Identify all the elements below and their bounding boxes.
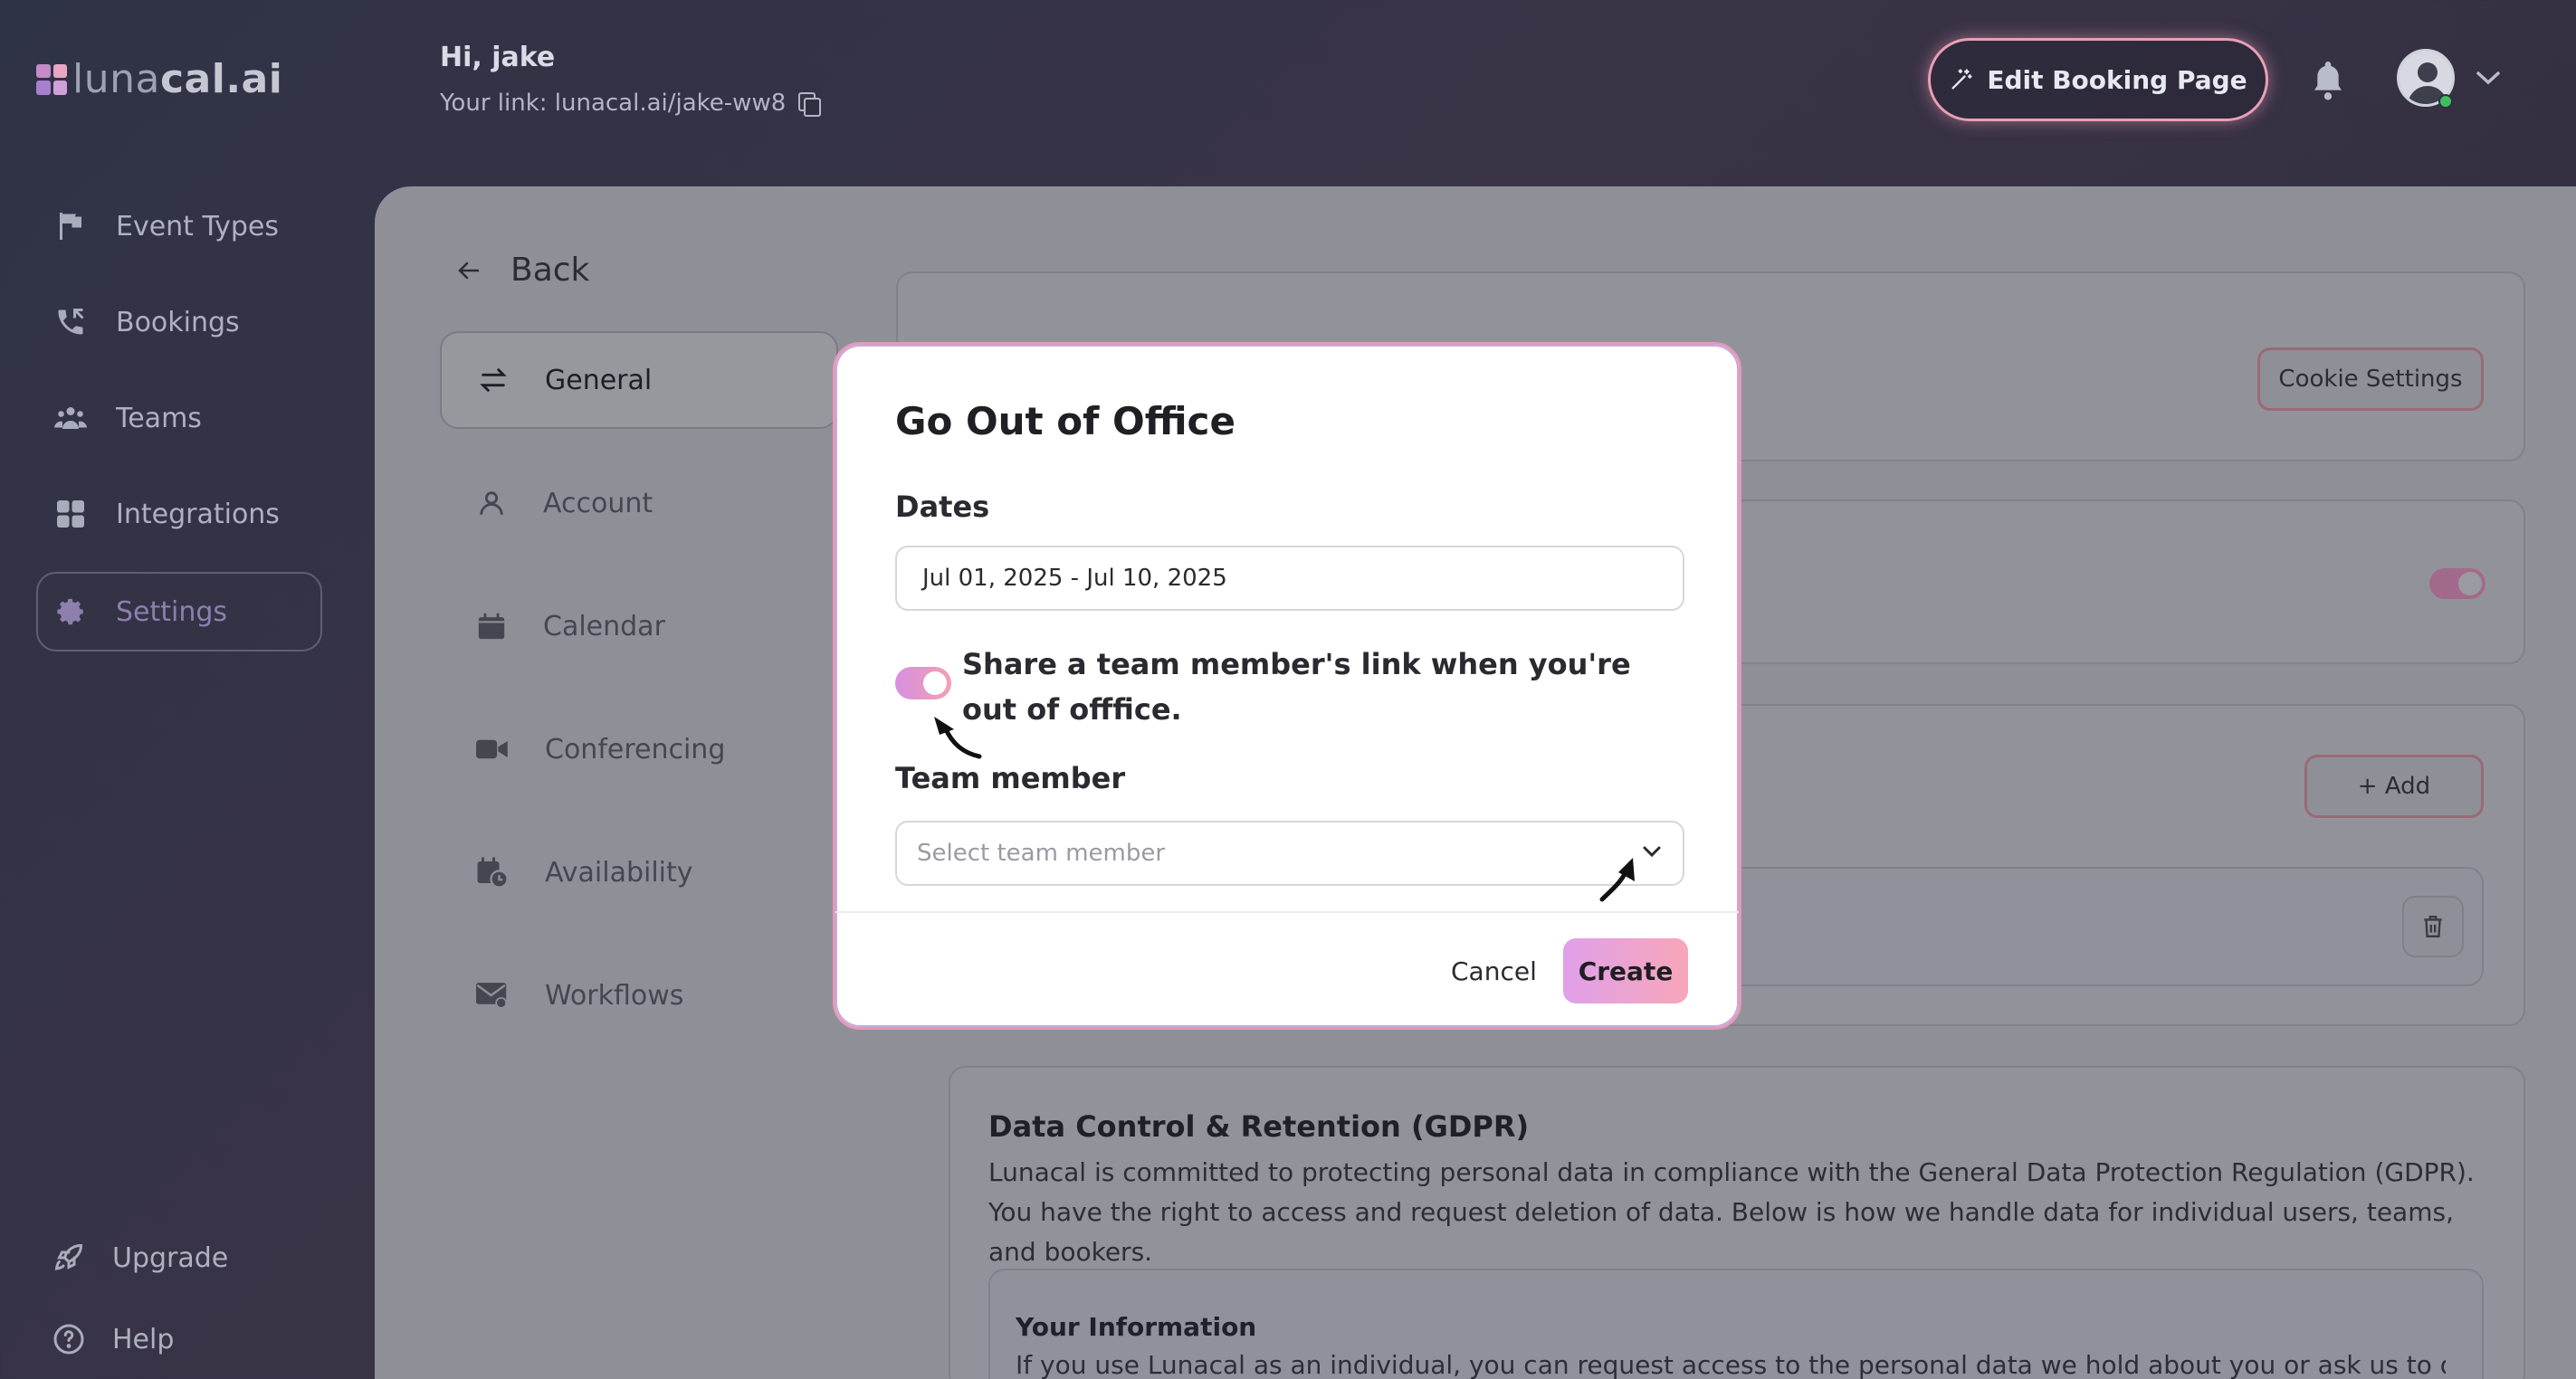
edit-booking-label: Edit Booking Page	[1987, 64, 2247, 95]
calendar-clock-icon	[477, 857, 509, 889]
dates-label: Dates	[895, 490, 990, 524]
back-button[interactable]: Back	[458, 252, 589, 289]
arrow-left-icon	[458, 262, 480, 279]
gdpr-text: Lunacal is committed to protecting perso…	[988, 1157, 2475, 1267]
magic-wand-icon	[1951, 69, 1972, 90]
bell-icon[interactable]	[2310, 58, 2346, 101]
share-link-label: Share a team member's link when you're o…	[962, 647, 1631, 727]
greeting-text: Hi, jake	[440, 42, 556, 73]
sidebar-item-teams[interactable]: Teams	[36, 378, 322, 458]
copy-icon[interactable]	[798, 92, 822, 117]
modal-title: Go Out of Office	[895, 399, 1236, 443]
setting-toggle[interactable]	[2429, 568, 2485, 599]
delete-button[interactable]	[2402, 896, 2464, 957]
phone-icon	[58, 309, 84, 335]
logo-mark-icon	[36, 63, 67, 95]
modal-divider	[835, 911, 1739, 913]
sidebar-item-label: Integrations	[116, 498, 280, 530]
subnav-calendar[interactable]: Calendar	[440, 577, 838, 675]
users-icon	[54, 407, 87, 429]
booking-link: Your link: lunacal.ai/jake-ww8	[440, 90, 822, 117]
subnav-label: Account	[543, 487, 654, 519]
upgrade-label: Upgrade	[112, 1241, 229, 1274]
create-button[interactable]: Create	[1563, 938, 1688, 1003]
user-icon	[480, 491, 503, 515]
sidebar-item-label: Event Types	[116, 210, 280, 243]
help-button[interactable]: Help	[36, 1323, 174, 1355]
sidebar-item-bookings[interactable]: Bookings	[36, 282, 322, 362]
out-of-office-modal: Go Out of Office Dates Jul 01, 2025 - Ju…	[833, 342, 1741, 1030]
help-label: Help	[112, 1323, 175, 1355]
subnav-account[interactable]: Account	[440, 454, 838, 552]
subnav-availability[interactable]: Availability	[440, 823, 838, 921]
pointer-arrow-icon	[934, 717, 982, 759]
help-icon	[53, 1324, 84, 1355]
subnav-general[interactable]: General	[440, 331, 838, 429]
sidebar-item-label: Teams	[116, 402, 202, 434]
subnav-label: Calendar	[543, 610, 665, 642]
logo-text: lunacal.ai	[72, 56, 283, 102]
gear-icon	[57, 598, 83, 625]
sidebar-item-label: Settings	[116, 595, 228, 628]
team-member-placeholder: Select team member	[917, 840, 1166, 867]
online-status-dot	[2438, 94, 2453, 109]
subnav-label: Availability	[545, 856, 693, 889]
date-range-input[interactable]: Jul 01, 2025 - Jul 10, 2025	[895, 546, 1684, 611]
date-range-value: Jul 01, 2025 - Jul 10, 2025	[922, 565, 1227, 592]
rocket-icon	[54, 1243, 83, 1270]
video-icon	[476, 739, 508, 759]
pointer-arrow-icon	[1599, 858, 1635, 902]
logo[interactable]: lunacal.ai	[36, 56, 282, 102]
sidebar-item-event-types[interactable]: Event Types	[36, 186, 322, 266]
edit-booking-page-button[interactable]: Edit Booking Page	[1928, 38, 2268, 121]
your-information-title: Your Information	[1016, 1312, 1257, 1342]
subnav-label: General	[545, 364, 653, 396]
chevron-down-icon	[1643, 846, 1661, 858]
add-button[interactable]: + Add	[2304, 755, 2484, 818]
greeting: Hi, jake Your link: lunacal.ai/jake-ww8	[440, 42, 822, 117]
cookie-settings-button[interactable]: Cookie Settings	[2257, 347, 2484, 411]
mail-icon	[476, 983, 508, 1009]
subnav-label: Workflows	[545, 979, 684, 1012]
gdpr-title: Data Control & Retention (GDPR)	[988, 1109, 1530, 1144]
share-link-toggle[interactable]	[895, 667, 951, 699]
sidebar-item-integrations[interactable]: Integrations	[36, 474, 322, 554]
upgrade-button[interactable]: Upgrade	[36, 1241, 228, 1274]
team-member-select[interactable]: Select team member	[895, 821, 1684, 886]
sidebar-item-label: Bookings	[116, 306, 240, 338]
sidebar-item-settings[interactable]: Settings	[36, 572, 322, 651]
calendar-icon	[478, 613, 505, 640]
subnav-workflows[interactable]: Workflows	[440, 946, 838, 1044]
back-label: Back	[510, 252, 590, 289]
subnav-label: Conferencing	[545, 733, 726, 766]
team-member-label: Team member	[895, 761, 1126, 795]
trash-icon	[2424, 916, 2442, 937]
chevron-down-icon[interactable]	[2475, 69, 2502, 87]
flag-icon	[60, 213, 81, 240]
subnav-conferencing[interactable]: Conferencing	[440, 700, 838, 798]
grid-icon	[57, 500, 84, 528]
booking-link-text: Your link: lunacal.ai/jake-ww8	[440, 90, 787, 117]
your-information-text: If you use Lunacal as an individual, you…	[1016, 1350, 2446, 1379]
cancel-button[interactable]: Cancel	[1451, 956, 1537, 986]
swap-icon	[480, 368, 507, 392]
